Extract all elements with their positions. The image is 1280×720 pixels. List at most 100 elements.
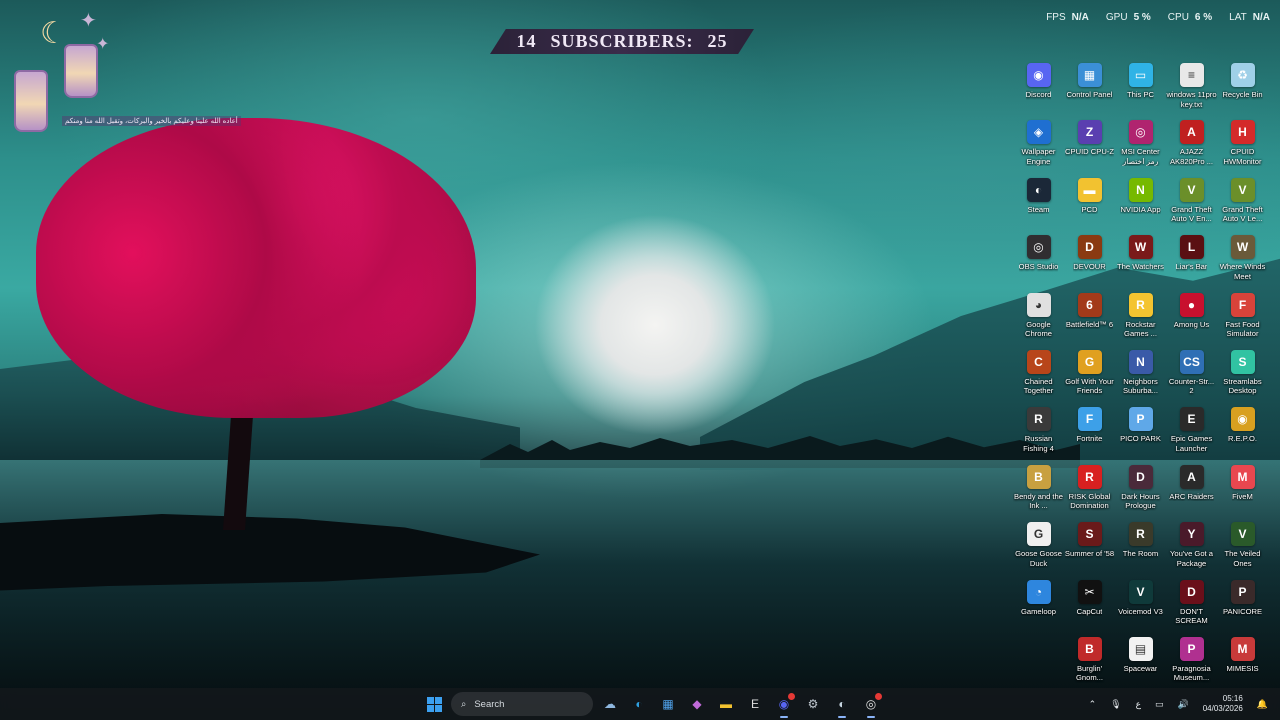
desktop-shortcut[interactable]: D Dark Hours Prologue (1115, 462, 1166, 519)
notification-badge (788, 693, 795, 700)
desktop-shortcut-label: PICO PARK (1120, 434, 1161, 444)
desktop-shortcut[interactable]: F Fast Food Simulator (1217, 290, 1268, 347)
desktop-shortcut[interactable]: ▤ Spacewar (1115, 634, 1166, 691)
edge-taskbar-button[interactable]: ◐ (627, 692, 651, 716)
desktop-shortcut-label: Goose Goose Duck (1015, 549, 1062, 568)
perf-fps: FPS N/A (1046, 12, 1089, 23)
settings-taskbar-button[interactable]: ⚙ (801, 692, 825, 716)
desktop-shortcut[interactable]: 6 Battlefield™ 6 (1064, 290, 1115, 347)
desktop-shortcut[interactable]: P PANICORE (1217, 577, 1268, 634)
desktop-shortcut[interactable]: V Grand Theft Auto V Le... (1217, 175, 1268, 232)
desktop-shortcut[interactable]: P PICO PARK (1115, 404, 1166, 461)
volume-icon[interactable]: 🔊 (1178, 699, 1189, 710)
discord-taskbar-button[interactable]: ◉ (772, 692, 796, 718)
file-explorer-taskbar-button[interactable]: ▬ (714, 692, 738, 716)
desktop-shortcut-label: Summer of '58 (1064, 549, 1115, 559)
desktop-shortcut-label: RISK Global Domination (1068, 491, 1111, 511)
desktop-shortcut[interactable]: S Streamlabs Desktop (1217, 347, 1268, 404)
desktop-shortcut[interactable]: E Epic Games Launcher (1166, 404, 1217, 461)
desktop-shortcut[interactable]: C Chained Together (1013, 347, 1064, 404)
desktop-shortcut[interactable]: R Russian Fishing 4 (1013, 404, 1064, 461)
app-icon: V (1230, 522, 1255, 547)
input-language[interactable]: ع (1136, 699, 1141, 710)
file-explorer-icon: ▬ (720, 697, 732, 711)
clock[interactable]: 05:16 04/03/2026 (1203, 694, 1243, 714)
app-icon: D (1179, 579, 1204, 604)
show-hidden-icons-chevron-icon[interactable]: ⌃ (1089, 699, 1097, 710)
app-icon: R (1128, 522, 1153, 547)
desktop-shortcut[interactable]: Y You've Got a Package (1166, 519, 1217, 576)
app-icon: ◕ (1026, 292, 1051, 317)
desktop-shortcut[interactable]: ◉ R.E.P.O. (1217, 404, 1268, 461)
desktop-shortcut[interactable]: V Voicemod V3 (1115, 577, 1166, 634)
desktop-shortcut[interactable]: ◉ Discord (1013, 60, 1064, 117)
store-taskbar-button[interactable]: ▦ (656, 692, 680, 716)
desktop-shortcut-label: windows 11pro key.txt (1166, 90, 1217, 109)
desktop-shortcut[interactable]: D DEVOUR (1064, 232, 1115, 289)
notification-bell-icon[interactable]: 🔔 (1257, 699, 1268, 710)
desktop-shortcut[interactable]: ◈ Wallpaper Engine (1013, 117, 1064, 174)
copilot-taskbar-button[interactable]: ◆ (685, 692, 709, 716)
desktop-shortcut[interactable]: ◎ OBS Studio (1013, 232, 1064, 289)
desktop-shortcut[interactable]: CS Counter-Str... 2 (1166, 347, 1217, 404)
subscriber-label: SUBSCRIBERS: (550, 31, 694, 51)
desktop-shortcut[interactable]: ◔ Gameloop (1013, 577, 1064, 634)
app-icon: ▭ (1128, 63, 1153, 87)
desktop-shortcut-label: Where Winds Meet (1219, 262, 1266, 281)
perf-latency: LAT N/A (1229, 12, 1270, 23)
greeting-text: أعاده الله علينا وعليكم بالخير والبركات،… (62, 116, 241, 126)
app-icon: V (1230, 177, 1255, 202)
obs-taskbar-button[interactable]: ◎ (859, 692, 883, 718)
desktop-shortcut-label: OBS Studio (1018, 262, 1059, 272)
desktop-shortcut-label: Golf With Your Friends (1065, 376, 1114, 396)
desktop-shortcut[interactable]: N NVIDIA App (1115, 175, 1166, 232)
desktop-shortcut[interactable]: W The Watchers (1115, 232, 1166, 289)
desktop-shortcut[interactable]: G Golf With Your Friends (1064, 347, 1115, 404)
desktop-shortcut[interactable]: ♻ Recycle Bin (1217, 60, 1268, 117)
desktop-shortcut[interactable]: ▬ PCD (1064, 175, 1115, 232)
epic-games-taskbar-button[interactable]: E (743, 692, 767, 716)
desktop-shortcut[interactable]: R RISK Global Domination (1064, 462, 1115, 519)
desktop-shortcut[interactable]: A ARC Raiders (1166, 462, 1217, 519)
app-icon: F (1077, 407, 1102, 432)
network-icon[interactable]: ▭ (1155, 699, 1164, 710)
desktop-shortcut-label: Dark Hours Prologue (1121, 491, 1160, 511)
desktop-shortcut[interactable]: R Rockstar Games ... (1115, 290, 1166, 347)
desktop-shortcut[interactable]: ◕ Google Chrome (1013, 290, 1064, 347)
desktop-shortcut[interactable]: V Grand Theft Auto V En... (1166, 175, 1217, 232)
desktop-shortcut[interactable]: ◎ MSI Center رمز اختصار (1115, 117, 1166, 174)
desktop-shortcut[interactable]: R The Room (1115, 519, 1166, 576)
desktop-shortcut[interactable]: ▭ This PC (1115, 60, 1166, 117)
desktop-shortcut[interactable]: ● Among Us (1166, 290, 1217, 347)
desktop-shortcut[interactable]: M FiveM (1217, 462, 1268, 519)
steam-taskbar-button[interactable]: ◐ (830, 692, 854, 718)
app-icon: R (1128, 292, 1153, 317)
widgets-taskbar-button[interactable]: ☁ (598, 692, 622, 716)
taskbar-search[interactable]: ⌕ Search (451, 692, 593, 716)
desktop-shortcut[interactable]: ▦ Control Panel (1064, 60, 1115, 117)
app-icon: B (1077, 636, 1102, 661)
desktop-shortcut[interactable]: S Summer of '58 (1064, 519, 1115, 576)
desktop-shortcut[interactable]: ◐ Steam (1013, 175, 1064, 232)
desktop-shortcut-label: MIMESIS (1226, 663, 1259, 673)
desktop-shortcut[interactable]: V The Veiled Ones (1217, 519, 1268, 576)
desktop-shortcut[interactable]: ✂ CapCut (1064, 577, 1115, 634)
desktop-shortcut[interactable]: B Burglin' Gnom... (1064, 634, 1115, 691)
desktop-shortcut[interactable]: M MIMESIS (1217, 634, 1268, 691)
desktop-shortcut[interactable]: Z CPUID CPU-Z (1064, 117, 1115, 174)
microphone-icon[interactable]: 🎙 (1110, 699, 1121, 710)
app-icon: ◉ (1230, 407, 1255, 432)
desktop-shortcut[interactable]: H CPUID HWMonitor (1217, 117, 1268, 174)
desktop-shortcut[interactable]: G Goose Goose Duck (1013, 519, 1064, 576)
desktop-shortcut[interactable]: N Neighbors Suburba... (1115, 347, 1166, 404)
start-button[interactable] (422, 692, 446, 716)
desktop-shortcut[interactable]: B Bendy and the Ink ... (1013, 462, 1064, 519)
desktop-shortcut[interactable]: F Fortnite (1064, 404, 1115, 461)
desktop-shortcut[interactable]: P Paragnosia Museum... (1166, 634, 1217, 691)
desktop-shortcut-label: DEVOUR (1073, 262, 1106, 272)
desktop-shortcut[interactable]: D DON'T SCREAM (1166, 577, 1217, 634)
desktop-shortcut[interactable]: W Where Winds Meet (1217, 232, 1268, 289)
desktop-shortcut[interactable]: L Liar's Bar (1166, 232, 1217, 289)
desktop-shortcut[interactable]: ≡ windows 11pro key.txt (1166, 60, 1217, 117)
desktop-shortcut[interactable]: A AJAZZ AK820Pro ... (1166, 117, 1217, 174)
